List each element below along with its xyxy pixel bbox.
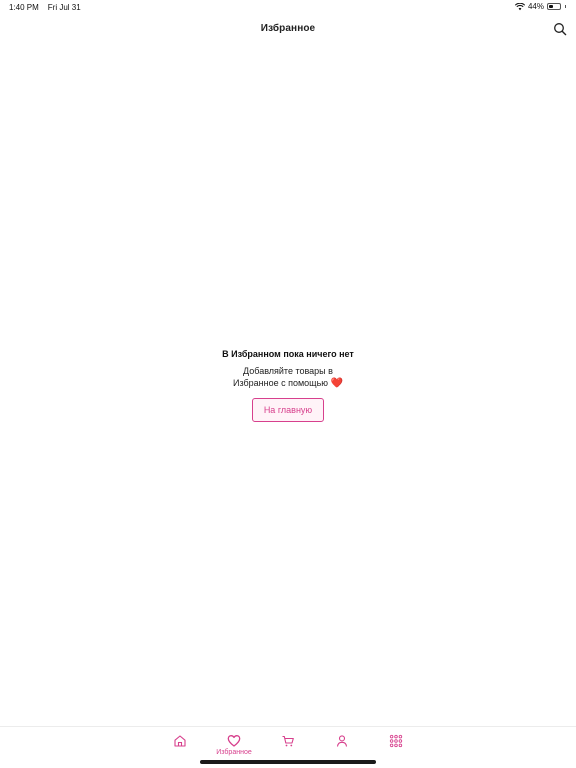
home-indicator — [200, 760, 376, 764]
tab-catalog[interactable] — [374, 734, 418, 762]
heart-icon — [227, 735, 241, 747]
battery-cap — [565, 5, 566, 8]
home-icon — [174, 735, 186, 747]
status-left: 1:40 PM Fri Jul 31 — [9, 3, 81, 12]
tab-favorites-label: Избранное — [216, 749, 252, 756]
tab-profile[interactable] — [320, 734, 364, 762]
empty-description: Добавляйте товары в Избранное с помощью … — [0, 365, 576, 390]
heart-emoji-icon: ❤️ — [330, 378, 343, 389]
page-title: Избранное — [260, 23, 316, 34]
wifi-icon — [514, 2, 525, 10]
status-time: 1:40 PM — [9, 3, 39, 12]
tab-favorites[interactable]: Избранное — [212, 734, 256, 762]
empty-text-line2-text: Избранное с помощью — [233, 378, 329, 388]
battery-level — [549, 5, 554, 8]
empty-favorites: В Избранном пока ничего нет Добавляйте т… — [0, 349, 576, 422]
empty-title: В Избранном пока ничего нет — [222, 349, 354, 359]
status-date: Fri Jul 31 — [47, 3, 81, 12]
battery-icon — [547, 3, 561, 10]
search-icon — [554, 23, 567, 36]
grid-icon — [389, 734, 403, 748]
status-right: 44% — [514, 2, 566, 11]
battery-percent: 44% — [527, 2, 544, 11]
cart-icon — [282, 735, 294, 747]
navigation-bar: Избранное — [0, 18, 576, 42]
empty-text-line1: Добавляйте товары в — [243, 366, 333, 376]
status-bar: 1:40 PM Fri Jul 31 44% — [0, 0, 576, 14]
profile-icon — [336, 735, 348, 747]
go-home-button[interactable]: На главную — [252, 398, 324, 422]
search-button[interactable] — [553, 22, 567, 36]
tab-cart[interactable] — [266, 734, 310, 762]
empty-text-line2: Избранное с помощью ❤️ — [0, 377, 576, 390]
tab-home[interactable] — [158, 734, 202, 762]
